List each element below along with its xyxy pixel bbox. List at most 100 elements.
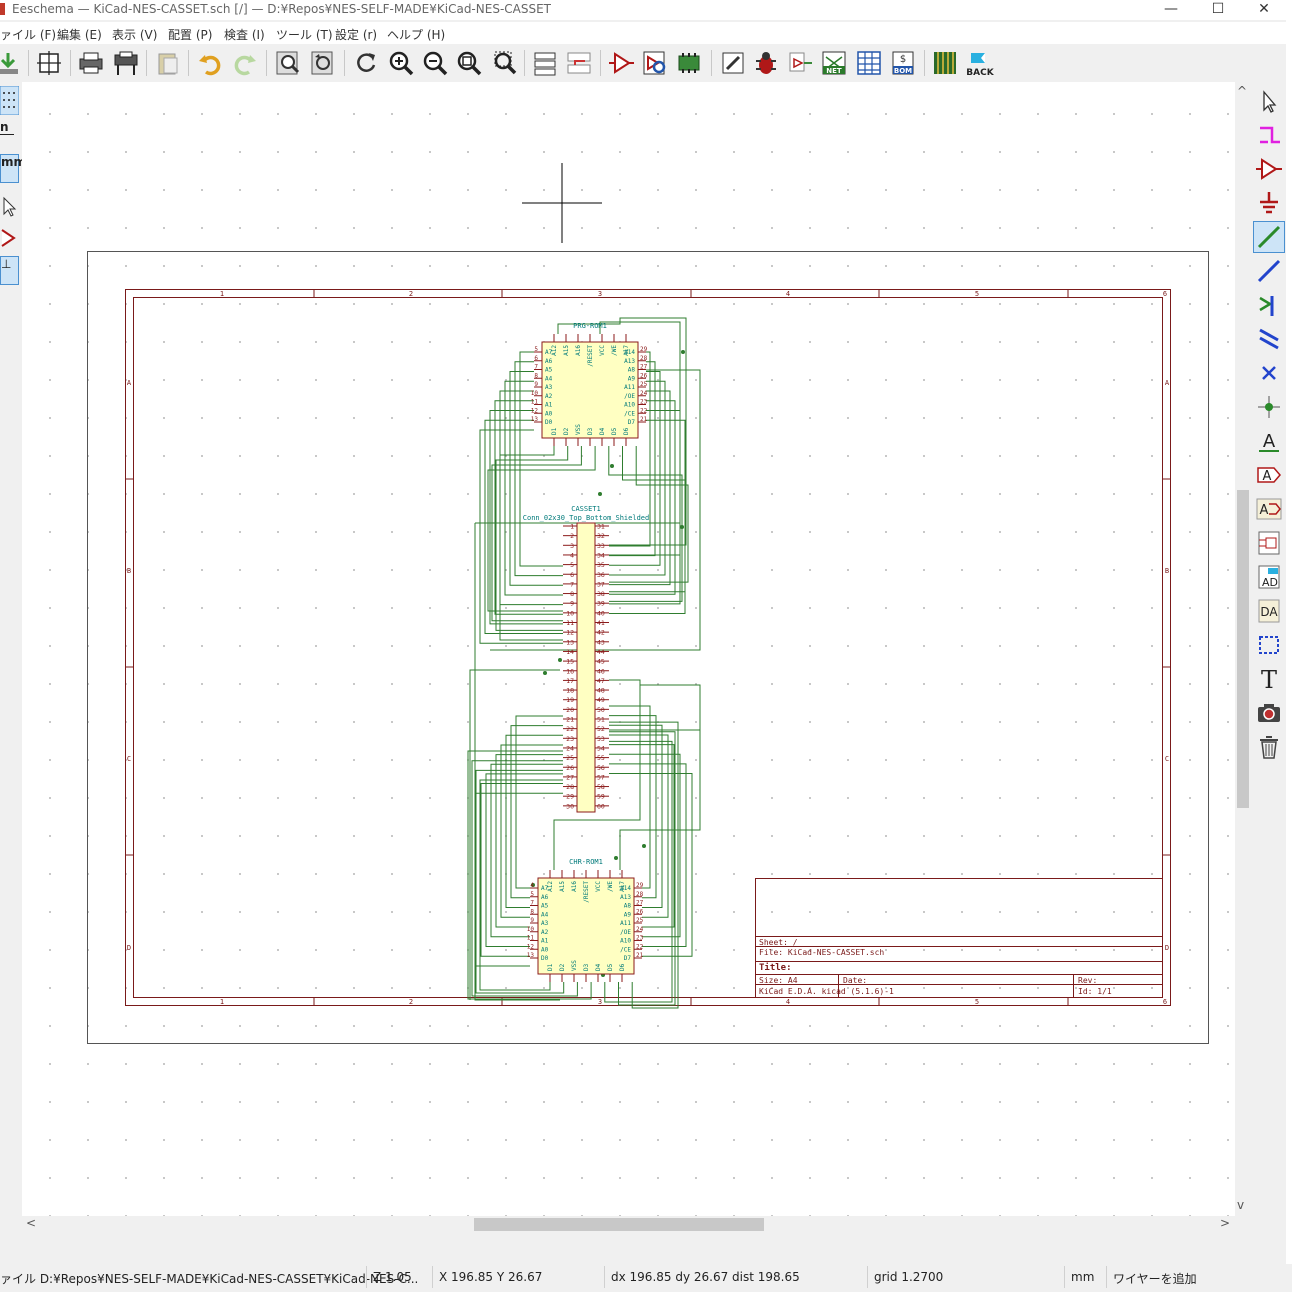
scroll-right-icon[interactable]: >: [1220, 1216, 1230, 1230]
scroll-left-icon[interactable]: <: [26, 1216, 36, 1230]
import-sheet-pin-icon[interactable]: AD: [1254, 562, 1284, 592]
orthogonal-wire-button[interactable]: ⊥: [0, 256, 19, 285]
menu-inspect[interactable]: 検査 (I): [224, 26, 265, 43]
delete-icon[interactable]: [1254, 732, 1284, 762]
connector-pin-number: 44: [597, 648, 605, 656]
page-settings-icon[interactable]: [35, 49, 63, 77]
rom-pin-name: A12: [551, 345, 558, 356]
footprint-assign-icon[interactable]: [719, 49, 747, 77]
add-graphic-line-icon[interactable]: [1254, 630, 1284, 660]
connector-pin-number: 2: [570, 532, 574, 540]
hier-sheet-icon[interactable]: [1254, 528, 1284, 558]
symbol-browser-icon[interactable]: [641, 49, 669, 77]
annotate-icon[interactable]: [675, 49, 703, 77]
junction-dot: [614, 856, 618, 860]
rom-pin-number: 4: [530, 882, 534, 889]
undo-icon[interactable]: [196, 49, 224, 77]
add-text-icon[interactable]: T: [1254, 664, 1284, 694]
hierarchy-navigator-icon[interactable]: [531, 49, 559, 77]
add-image-icon[interactable]: [1254, 698, 1284, 728]
menu-help[interactable]: ヘルプ (H): [387, 26, 445, 43]
global-label-icon[interactable]: A: [1254, 460, 1284, 490]
close-button[interactable]: ✕: [1241, 0, 1287, 20]
bom-icon[interactable]: $ BOM: [889, 49, 917, 77]
connector-pin-number: 6: [570, 571, 574, 579]
edit-fields-icon[interactable]: NET: [820, 49, 848, 77]
frame-col-label-bottom: 2: [409, 998, 413, 1006]
scroll-up-icon[interactable]: ^: [1237, 84, 1247, 98]
paste-icon[interactable]: [154, 49, 182, 77]
scroll-down-icon[interactable]: v: [1237, 1198, 1244, 1212]
add-symbol-icon[interactable]: [1254, 154, 1284, 184]
zoom-in-icon[interactable]: [387, 49, 415, 77]
no-connect-icon[interactable]: [1254, 358, 1284, 388]
redo-icon[interactable]: [231, 49, 259, 77]
add-bus-icon[interactable]: [1254, 256, 1284, 286]
connector-pin-number: 59: [597, 793, 605, 801]
add-sheet-pin-icon[interactable]: DA: [1254, 596, 1284, 626]
zoom-fit-icon[interactable]: [455, 49, 483, 77]
menu-preferences[interactable]: 設定 (r): [335, 26, 377, 43]
maximize-button[interactable]: ☐: [1195, 0, 1241, 20]
save-icon[interactable]: [0, 49, 22, 77]
svg-text:BACK: BACK: [966, 68, 994, 77]
vertical-scroll-thumb[interactable]: [1237, 490, 1249, 808]
units-inch-button[interactable]: n: [0, 120, 19, 149]
tb-title: Title:: [759, 962, 792, 973]
menu-place[interactable]: 配置 (P): [168, 26, 212, 43]
highlight-net-icon[interactable]: [1254, 120, 1284, 150]
erc-icon[interactable]: [752, 49, 780, 77]
rom-pin-name: A12: [547, 881, 554, 892]
wire-bus-entry-icon[interactable]: [1254, 290, 1284, 320]
select-icon[interactable]: [1254, 86, 1284, 116]
hidden-pins-icon[interactable]: [0, 224, 19, 253]
connector-pin-number: 57: [597, 773, 605, 781]
chr-rom-symbol[interactable]: CHR-ROM14 A75 A67 A58 A49 A310 A211 A112 A013 D02…: [527, 858, 644, 982]
bus-bus-entry-icon[interactable]: [1254, 324, 1284, 354]
schematic-canvas[interactable]: 112233445566AABBCCDD PRG-ROM1 5 A7 6 A6 7 A5 8 A…: [22, 82, 1235, 1216]
add-junction-icon[interactable]: [1254, 392, 1284, 422]
net-label-icon[interactable]: A: [1254, 426, 1284, 456]
plot-icon[interactable]: [112, 49, 140, 77]
rom-pin-number: 13: [527, 952, 535, 959]
rom-pin-name: A1: [545, 402, 553, 409]
pcbnew-icon[interactable]: [931, 49, 959, 77]
zoom-selection-icon[interactable]: [490, 49, 518, 77]
casset-connector-symbol[interactable]: CASSET1Conn_02x30_Top_Bottom_Shielded123…: [523, 505, 649, 813]
zoom-out-icon[interactable]: [421, 49, 449, 77]
print-icon[interactable]: [77, 49, 105, 77]
add-wire-icon[interactable]: [1253, 221, 1285, 253]
bom-table-icon[interactable]: [855, 49, 883, 77]
menu-edit[interactable]: 編集 (E): [57, 26, 102, 43]
hier-label-icon[interactable]: A: [1254, 494, 1284, 524]
tb-file: File: KiCad-NES-CASSET.sch: [759, 948, 884, 957]
rom-pin-number: 24: [640, 390, 648, 397]
connector-pin-number: 17: [566, 677, 574, 685]
rom-pin-name: D1: [547, 963, 554, 971]
connector-pin-number: 8: [570, 590, 574, 598]
rom-pin-name: A3: [545, 384, 553, 391]
prg-rom-symbol[interactable]: PRG-ROM15 A76 A67 A58 A49 A310 A211 A112 A013 D02…: [531, 322, 648, 446]
leave-sheet-icon[interactable]: [565, 49, 593, 77]
units-mm-button[interactable]: mm: [0, 154, 26, 183]
menu-view[interactable]: 表示 (V): [112, 26, 157, 43]
symbol-editor-icon[interactable]: [607, 49, 635, 77]
menu-tools[interactable]: ツール (T): [276, 26, 333, 43]
connector-pin-number: 1: [570, 523, 574, 531]
rom-pin-name: /RESET: [583, 881, 590, 903]
redraw-icon[interactable]: [352, 49, 380, 77]
menu-file[interactable]: ァイル (F): [0, 26, 56, 43]
find-replace-icon[interactable]: [309, 49, 337, 77]
cursor-shape-icon[interactable]: [0, 192, 19, 221]
find-icon[interactable]: [274, 49, 302, 77]
minimize-button[interactable]: —: [1148, 0, 1194, 20]
horizontal-scroll-thumb[interactable]: [474, 1218, 764, 1231]
connector-pin-number: 25: [566, 754, 574, 762]
grid-toggle-icon[interactable]: [0, 86, 19, 115]
connector-pin-number: 54: [597, 744, 605, 752]
rom-pin-number: 21: [636, 952, 644, 959]
netlist-icon[interactable]: [786, 49, 814, 77]
rom-pin-name: D2: [559, 963, 566, 971]
back-annotate-icon[interactable]: BACK: [965, 49, 995, 77]
add-power-icon[interactable]: [1254, 188, 1284, 218]
